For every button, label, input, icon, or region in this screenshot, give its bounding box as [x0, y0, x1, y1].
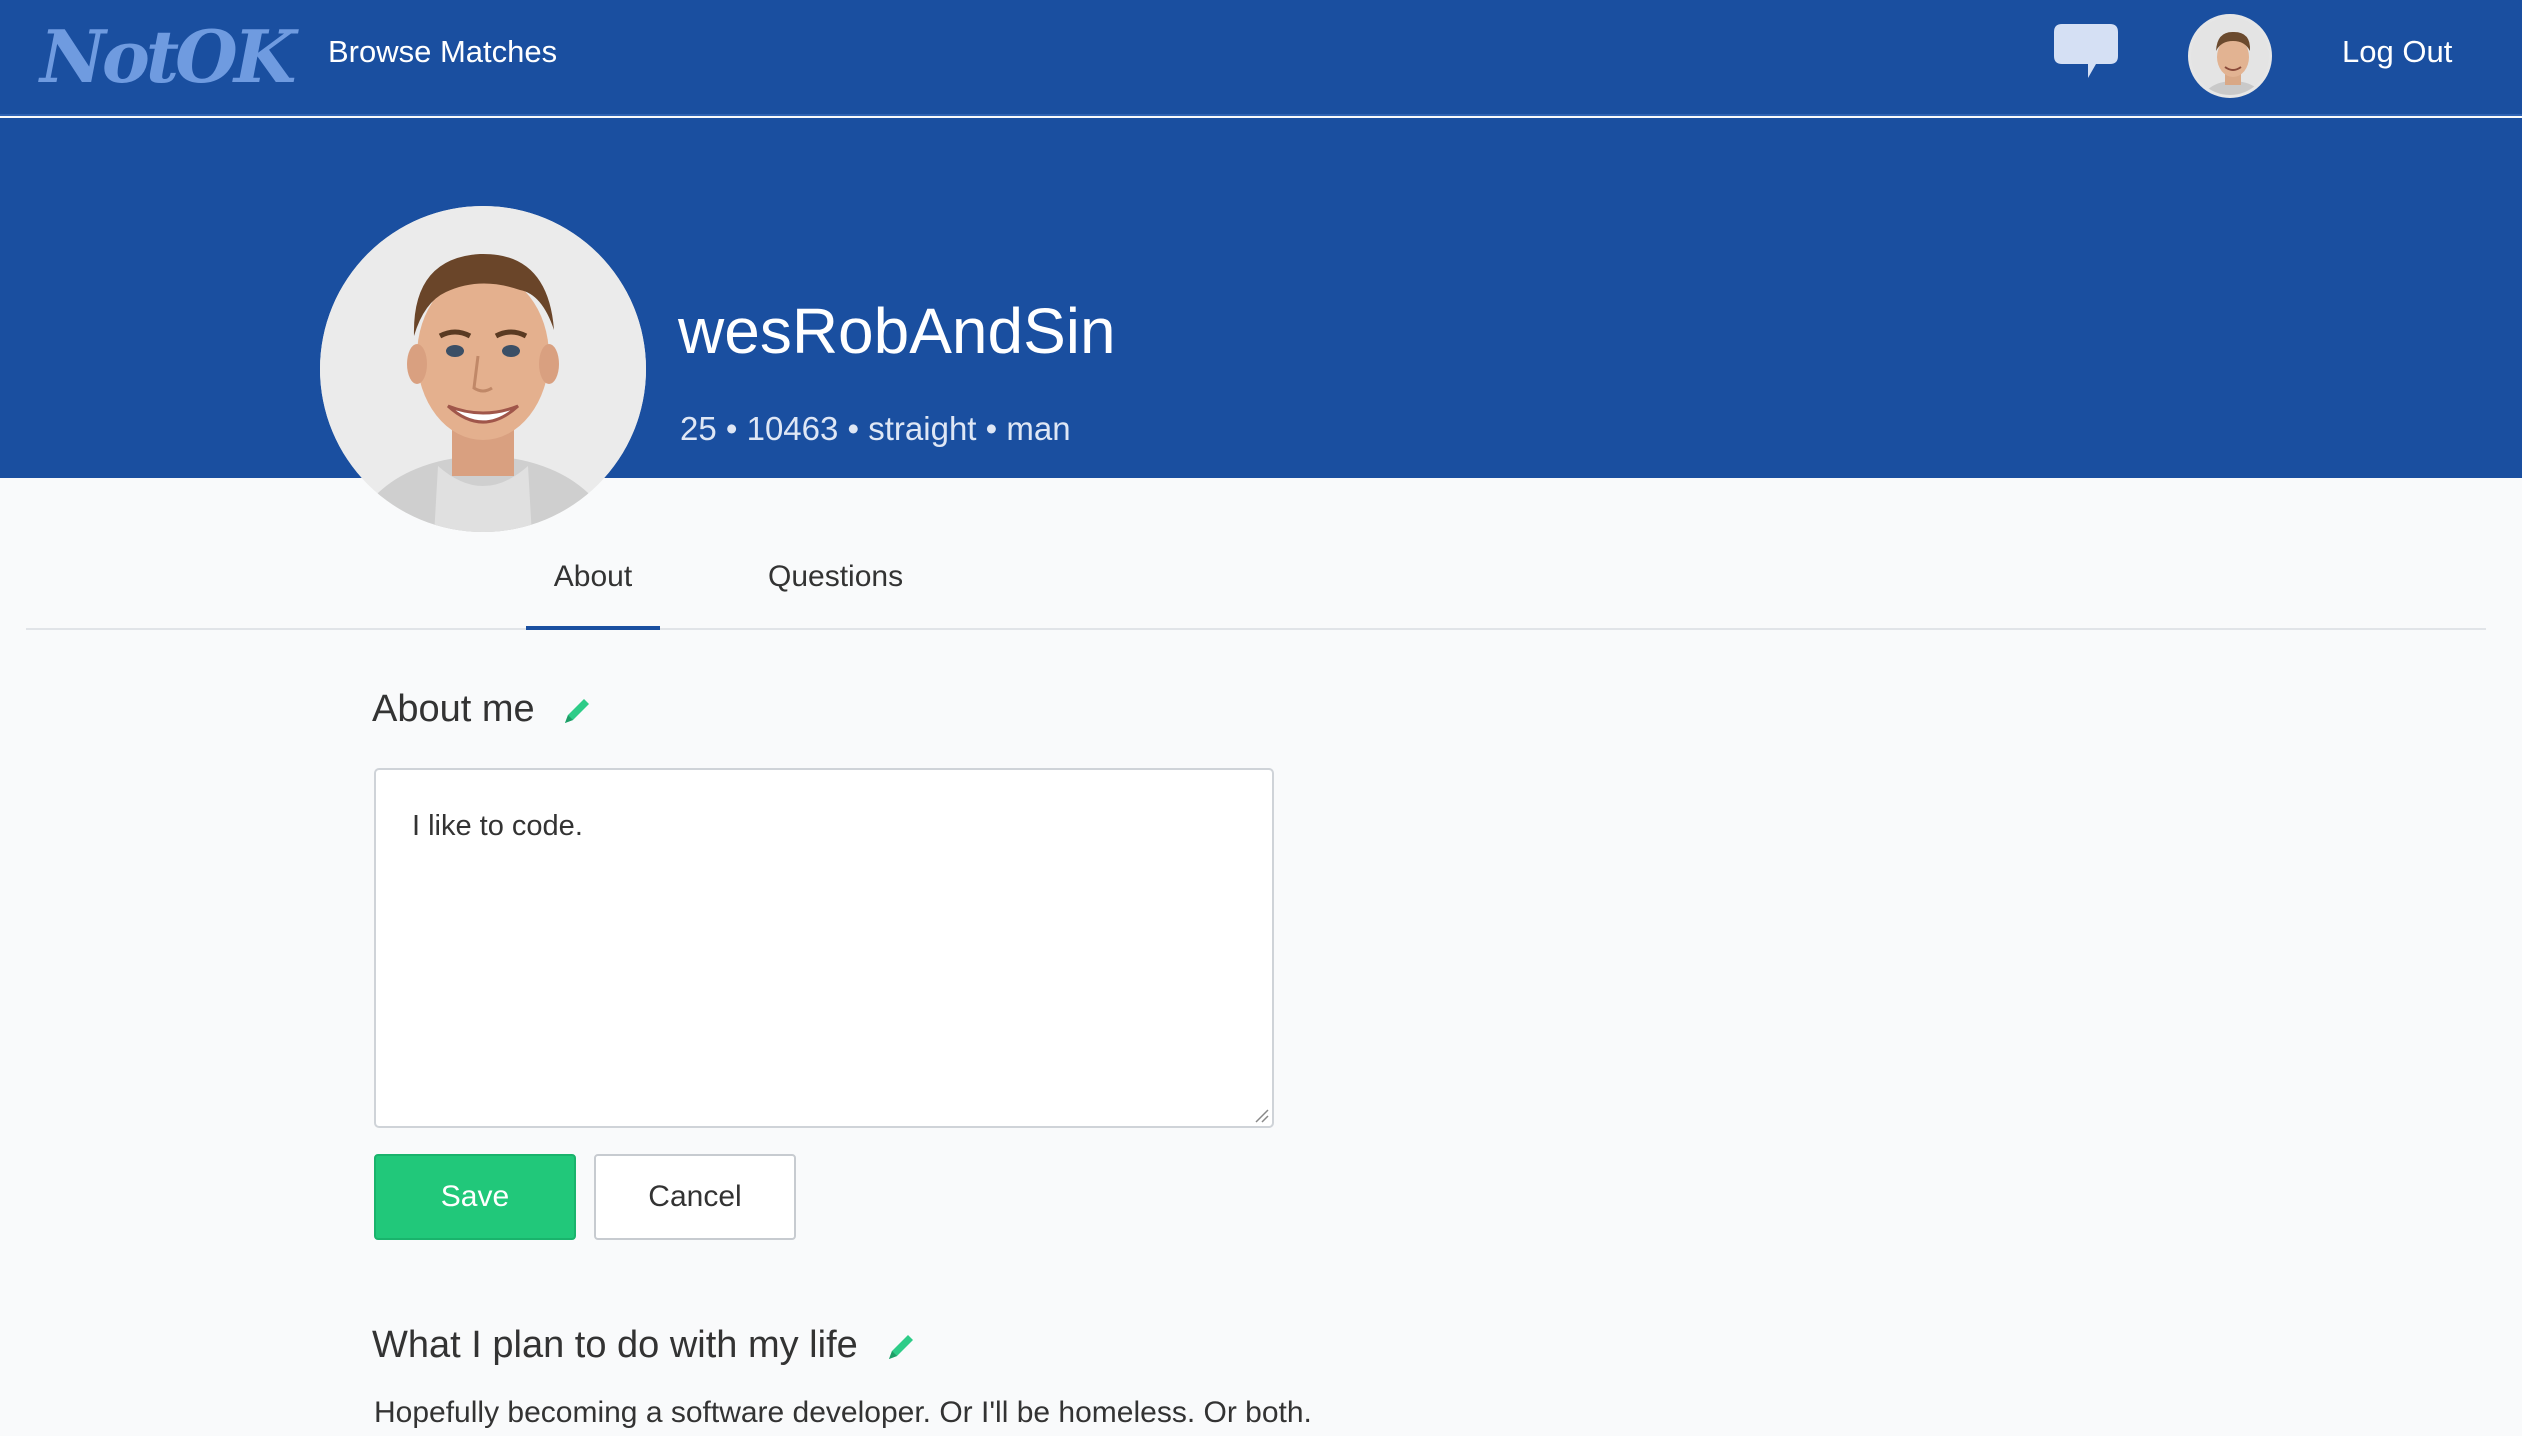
- chat-bubble-icon[interactable]: [2052, 22, 2120, 82]
- edit-pencil-icon[interactable]: [560, 694, 594, 728]
- profile-meta: 25 • 10463 • straight • man: [680, 410, 1071, 447]
- save-button[interactable]: Save: [374, 1154, 576, 1240]
- user-avatar[interactable]: [2188, 14, 2272, 98]
- edit-pencil-icon[interactable]: [884, 1330, 918, 1364]
- about-me-title: About me: [372, 688, 535, 730]
- tab-about[interactable]: About: [526, 560, 660, 630]
- resize-grip-icon[interactable]: [1254, 1108, 1270, 1124]
- browse-matches-link[interactable]: Browse Matches: [328, 34, 557, 70]
- life-plan-text: Hopefully becoming a software developer.…: [374, 1396, 1312, 1429]
- about-me-textarea[interactable]: I like to code.: [374, 768, 1274, 1128]
- profile-tabs: About Questions: [26, 478, 2486, 630]
- logo[interactable]: NotOK: [40, 14, 296, 99]
- logout-link[interactable]: Log Out: [2342, 34, 2452, 70]
- cancel-button[interactable]: Cancel: [594, 1154, 796, 1240]
- life-plan-title: What I plan to do with my life: [372, 1324, 858, 1366]
- tab-questions[interactable]: Questions: [768, 560, 903, 594]
- profile-username: wesRobAndSin: [678, 295, 1116, 367]
- top-navbar: NotOK Browse Matches Log Out: [0, 0, 2522, 116]
